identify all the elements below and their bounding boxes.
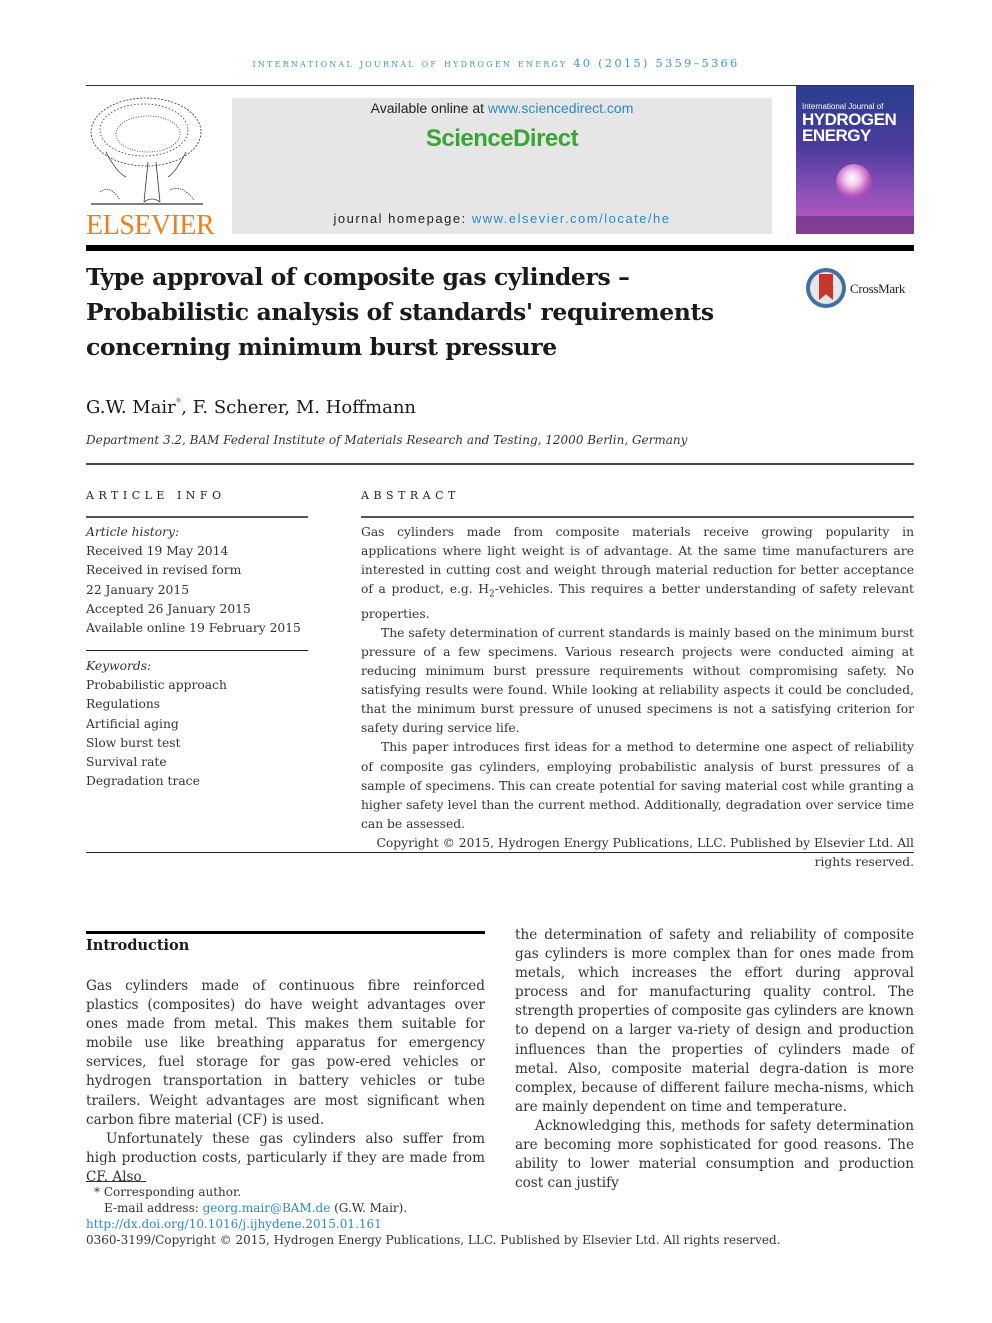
abstract-paragraph: Gas cylinders made from composite materi… — [361, 525, 914, 621]
journal-citation: International Journal of Hydrogen Energy… — [252, 56, 740, 70]
keyword-item: Regulations — [86, 697, 161, 712]
sciencedirect-logo: ScienceDirect — [425, 125, 579, 152]
article-title: Type approval of composite gas cylinders… — [86, 263, 714, 361]
article-info-heading: Article info — [86, 489, 226, 502]
keywords-list: Keywords: Probabilistic approach Regulat… — [86, 657, 316, 791]
keywords-divider — [86, 650, 308, 651]
author-affiliation: Department 3.2, BAM Federal Institute of… — [86, 433, 688, 447]
section-divider — [86, 931, 485, 934]
cover-title-large: HYDROGEN ENERGY — [802, 110, 897, 145]
available-online-label: Available online at — [370, 100, 488, 116]
email-note: E-mail address: georg.mair@BAM.de (G.W. … — [104, 1201, 408, 1215]
cover-footer-band — [796, 216, 914, 234]
body-column-right: the determination of safety and reliabil… — [515, 926, 914, 1193]
crossmark-label: CrossMark — [850, 281, 906, 296]
journal-homepage-line: journal homepage: www.elsevier.com/locat… — [232, 211, 772, 226]
crossmark-button[interactable]: CrossMark — [806, 268, 976, 310]
body-paragraph: Gas cylinders made of continuous fibre r… — [86, 978, 485, 1128]
journal-homepage-link[interactable]: www.elsevier.com/locate/he — [472, 211, 671, 226]
abstract-divider — [361, 516, 914, 518]
abstract-paragraph: The safety determination of current stan… — [361, 625, 914, 736]
author-name[interactable]: G.W. Mair — [86, 397, 176, 418]
coauthor-names: , F. Scherer, M. Hoffmann — [181, 397, 417, 418]
elsevier-wordmark: ELSEVIER — [86, 210, 215, 241]
keyword-item: Survival rate — [86, 755, 167, 770]
article-info-divider — [86, 516, 308, 518]
keyword-item: Artificial aging — [86, 716, 179, 731]
history-item: Received in revised form — [86, 563, 242, 578]
affiliation-divider — [86, 463, 914, 465]
body-column-left: Gas cylinders made of continuous fibre r… — [86, 977, 485, 1187]
abstract-copyright: Copyright © 2015, Hydrogen Energy Public… — [376, 835, 914, 870]
history-item: 22 January 2015 — [86, 582, 190, 597]
abstract-paragraph: This paper introduces first ideas for a … — [361, 740, 914, 831]
available-online-line: Available online at www.sciencedirect.co… — [232, 100, 772, 116]
keywords-label: Keywords: — [86, 659, 152, 673]
header-thick-divider — [86, 245, 914, 251]
article-history: Article history: Received 19 May 2014 Re… — [86, 523, 316, 638]
doi-link[interactable]: http://dx.doi.org/10.1016/j.ijhydene.201… — [86, 1217, 382, 1231]
footnote-divider — [86, 1181, 146, 1182]
body-paragraph: Unfortunately these gas cylinders also s… — [86, 1130, 485, 1185]
header-divider — [86, 85, 914, 86]
section-heading-introduction: Introduction — [86, 937, 190, 954]
footnotes: * Corresponding author. E-mail address: … — [86, 1184, 914, 1248]
author-email-link[interactable]: georg.mair@BAM.de — [203, 1201, 331, 1215]
keyword-item: Slow burst test — [86, 735, 181, 750]
author-list: G.W. Mair*, F. Scherer, M. Hoffmann — [86, 396, 416, 418]
history-item: Received 19 May 2014 — [86, 544, 229, 559]
keyword-item: Degradation trace — [86, 774, 200, 789]
journal-cover-image: International Journal of HYDROGEN ENERGY — [796, 86, 914, 234]
body-paragraph: the determination of safety and reliabil… — [515, 927, 914, 1115]
corresponding-author-note: * Corresponding author. — [94, 1185, 242, 1199]
sciencedirect-link[interactable]: www.sciencedirect.com — [488, 100, 634, 116]
history-item: Available online 19 February 2015 — [86, 621, 301, 636]
abstract-heading: Abstract — [361, 489, 460, 502]
issn-copyright: 0360-3199/Copyright © 2015, Hydrogen Ene… — [86, 1233, 781, 1247]
abstract-body: Gas cylinders made from composite materi… — [361, 523, 914, 872]
front-matter-divider — [86, 852, 914, 853]
history-item: Accepted 26 January 2015 — [86, 601, 251, 616]
homepage-label: journal homepage: — [333, 211, 472, 226]
article-history-label: Article history: — [86, 525, 180, 539]
keyword-item: Probabilistic approach — [86, 678, 227, 693]
body-paragraph: Acknowledging this, methods for safety d… — [515, 1117, 914, 1192]
cover-orb-graphic — [836, 164, 872, 200]
